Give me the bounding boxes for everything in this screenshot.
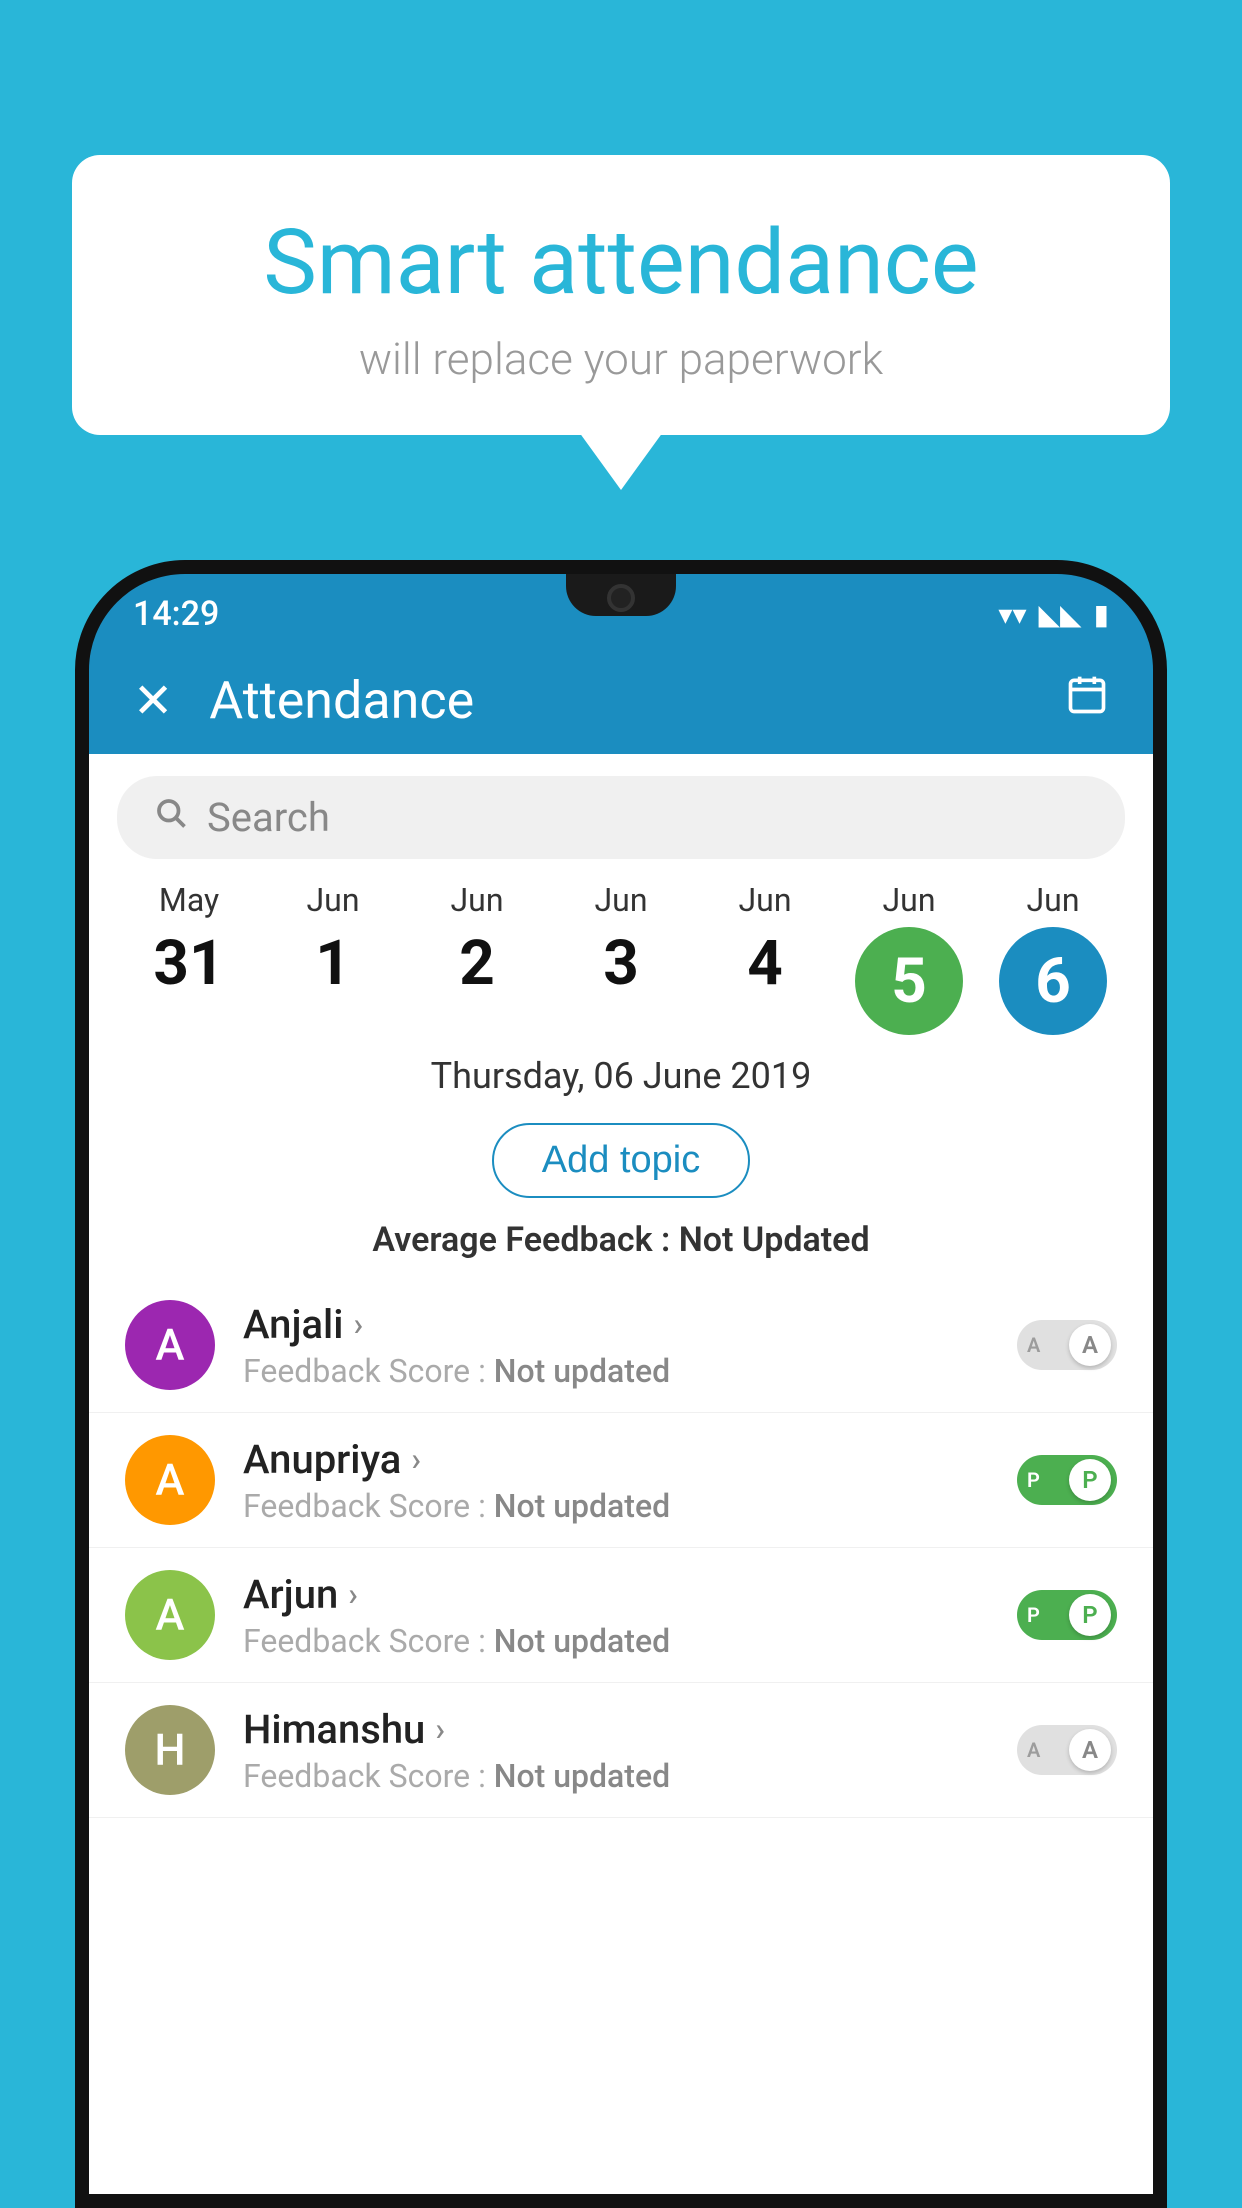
toggle-on-anupriya[interactable]: P	[1017, 1455, 1117, 1505]
date-col-jun4[interactable]: Jun 4	[710, 881, 820, 1000]
date-strip: May 31 Jun 1 Jun 2 Jun 3 Jun 4	[89, 881, 1153, 1035]
date-info: Thursday, 06 June 2019	[89, 1035, 1153, 1111]
toggle-off-himanshu[interactable]: A	[1017, 1725, 1117, 1775]
date-circle-green: 5	[855, 927, 963, 1035]
student-name-anjali: Anjali ›	[243, 1301, 1017, 1348]
signal-icon: ◣◣	[1039, 598, 1082, 631]
close-button[interactable]: ✕	[133, 672, 173, 729]
student-list: A Anjali › Feedback Score : Not updated …	[89, 1278, 1153, 1818]
status-icons: ▾▾ ◣◣ ▮	[998, 598, 1109, 631]
wifi-icon: ▾▾	[998, 598, 1026, 631]
date-col-jun6[interactable]: Jun 6	[998, 881, 1108, 1035]
avatar-arjun: A	[125, 1570, 215, 1660]
student-score-anjali: Feedback Score : Not updated	[243, 1352, 1017, 1390]
student-name-himanshu: Himanshu ›	[243, 1706, 1017, 1753]
date-circle-blue: 6	[999, 927, 1107, 1035]
vol-button-1	[75, 854, 81, 934]
power-button	[1161, 894, 1167, 1004]
chevron-icon-anjali: ›	[353, 1305, 363, 1343]
date-col-jun1[interactable]: Jun 1	[278, 881, 388, 1000]
toggle-himanshu[interactable]: A	[1017, 1725, 1117, 1775]
student-info-himanshu: Himanshu › Feedback Score : Not updated	[243, 1706, 1017, 1795]
bubble-title: Smart attendance	[132, 210, 1110, 315]
vol-button-2	[75, 954, 81, 1034]
app-header: ✕ Attendance	[89, 646, 1153, 754]
toggle-on-arjun[interactable]: P	[1017, 1590, 1117, 1640]
phone-content: Search May 31 Jun 1 Jun 2 Jun 3	[89, 754, 1153, 2194]
student-item-anupriya[interactable]: A Anupriya › Feedback Score : Not update…	[89, 1413, 1153, 1548]
toggle-anupriya[interactable]: P	[1017, 1455, 1117, 1505]
phone-camera	[607, 584, 635, 612]
date-col-jun5[interactable]: Jun 5	[854, 881, 964, 1035]
bubble-subtitle: will replace your paperwork	[132, 333, 1110, 385]
battery-icon: ▮	[1094, 598, 1109, 631]
phone-frame: 14:29 ▾▾ ◣◣ ▮ ✕ Attendance	[75, 560, 1167, 2208]
selected-date: Thursday, 06 June 2019	[431, 1055, 812, 1097]
student-score-himanshu: Feedback Score : Not updated	[243, 1757, 1017, 1795]
student-score-arjun: Feedback Score : Not updated	[243, 1622, 1017, 1660]
toggle-off-anjali[interactable]: A	[1017, 1320, 1117, 1370]
student-item-arjun[interactable]: A Arjun › Feedback Score : Not updated P	[89, 1548, 1153, 1683]
status-time: 14:29	[133, 594, 219, 634]
date-col-may31[interactable]: May 31	[134, 881, 244, 1000]
search-placeholder: Search	[207, 794, 330, 841]
avg-feedback-value: Not Updated	[679, 1220, 870, 1260]
avatar-anjali: A	[125, 1300, 215, 1390]
student-info-arjun: Arjun › Feedback Score : Not updated	[243, 1571, 1017, 1660]
speech-bubble: Smart attendance will replace your paper…	[72, 155, 1170, 435]
avatar-himanshu: H	[125, 1705, 215, 1795]
calendar-icon[interactable]	[1065, 673, 1109, 728]
toggle-arjun[interactable]: P	[1017, 1590, 1117, 1640]
student-score-anupriya: Feedback Score : Not updated	[243, 1487, 1017, 1525]
date-col-jun3[interactable]: Jun 3	[566, 881, 676, 1000]
chevron-icon-himanshu: ›	[435, 1710, 445, 1748]
avg-feedback: Average Feedback : Not Updated	[89, 1210, 1153, 1278]
student-name-anupriya: Anupriya ›	[243, 1436, 1017, 1483]
student-info-anjali: Anjali › Feedback Score : Not updated	[243, 1301, 1017, 1390]
header-title: Attendance	[209, 670, 1029, 731]
phone-notch	[566, 574, 676, 616]
date-col-jun2[interactable]: Jun 2	[422, 881, 532, 1000]
add-topic-button[interactable]: Add topic	[492, 1123, 750, 1198]
chevron-icon-arjun: ›	[348, 1575, 358, 1613]
search-bar[interactable]: Search	[117, 776, 1125, 859]
toggle-anjali[interactable]: A	[1017, 1320, 1117, 1370]
avg-feedback-label: Average Feedback :	[372, 1220, 678, 1260]
student-item-anjali[interactable]: A Anjali › Feedback Score : Not updated …	[89, 1278, 1153, 1413]
chevron-icon-anupriya: ›	[411, 1440, 421, 1478]
student-item-himanshu[interactable]: H Himanshu › Feedback Score : Not update…	[89, 1683, 1153, 1818]
search-icon	[153, 795, 189, 840]
student-info-anupriya: Anupriya › Feedback Score : Not updated	[243, 1436, 1017, 1525]
student-name-arjun: Arjun ›	[243, 1571, 1017, 1618]
avatar-anupriya: A	[125, 1435, 215, 1525]
